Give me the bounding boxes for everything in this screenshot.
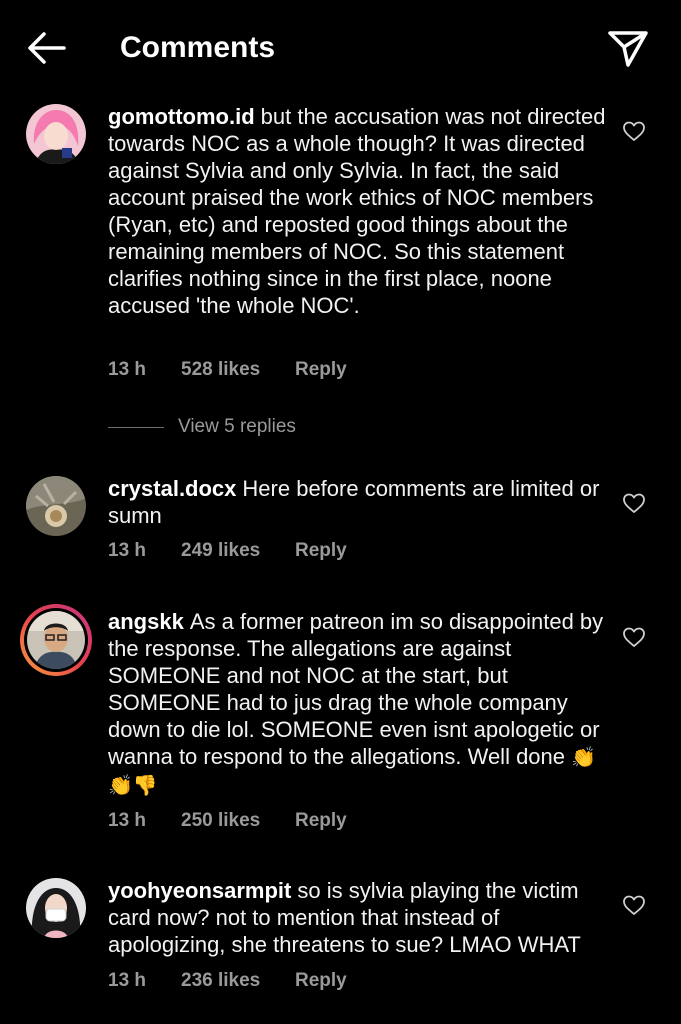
likes-count[interactable]: 249 likes — [181, 540, 295, 562]
replies-divider — [108, 426, 164, 428]
share-button[interactable] — [606, 26, 650, 70]
comment-text: angskk As a former patreon im so disappoi… — [108, 608, 608, 799]
avatar[interactable] — [26, 476, 86, 536]
heart-icon[interactable] — [622, 626, 646, 648]
comment-text: gomottomo.id but the accusation was not d… — [108, 103, 608, 319]
comment-time: 13 h — [108, 359, 147, 380]
paper-plane-icon — [608, 31, 648, 67]
reply-button[interactable]: Reply — [295, 810, 347, 832]
comment-text: yoohyeonsarmpit so is sylvia playing the … — [108, 877, 608, 958]
reply-button[interactable]: Reply — [295, 970, 347, 992]
story-ring-gap — [24, 608, 88, 672]
comment-time: 13 h — [108, 810, 147, 831]
story-ring[interactable] — [20, 604, 92, 676]
likes-count[interactable]: 250 likes — [181, 810, 295, 832]
comment-username[interactable]: yoohyeonsarmpit — [108, 878, 291, 903]
back-button[interactable] — [24, 28, 68, 68]
comment-time: 13 h — [108, 540, 147, 561]
likes-count[interactable]: 236 likes — [181, 970, 295, 992]
avatar — [27, 611, 85, 669]
arrow-left-icon — [28, 32, 66, 64]
heart-icon[interactable] — [622, 894, 646, 916]
comment-text: crystal.docx Here before comments are lim… — [108, 475, 608, 529]
heart-icon[interactable] — [622, 492, 646, 514]
comment-meta: 13 h 249 likes Reply — [108, 540, 347, 562]
view-replies-button[interactable]: View 5 replies — [108, 414, 296, 440]
header-bar: Comments — [0, 0, 681, 96]
likes-count[interactable]: 528 likes — [181, 359, 295, 381]
reply-button[interactable]: Reply — [295, 540, 347, 562]
reply-button[interactable]: Reply — [295, 359, 347, 381]
comment-meta: 13 h 236 likes Reply — [108, 970, 347, 992]
comment-body: but the accusation was not directed towa… — [108, 104, 606, 318]
comment-meta: 13 h 250 likes Reply — [108, 810, 347, 832]
page-title: Comments — [120, 31, 276, 64]
comment-meta: 13 h 528 likes Reply — [108, 359, 347, 381]
comment-time: 13 h — [108, 970, 147, 991]
comment-username[interactable]: gomottomo.id — [108, 104, 255, 129]
avatar[interactable] — [26, 104, 86, 164]
comment-username[interactable]: angskk — [108, 609, 184, 634]
heart-icon[interactable] — [622, 120, 646, 142]
avatar[interactable] — [26, 878, 86, 938]
view-replies-label: View 5 replies — [178, 416, 296, 437]
comment-username[interactable]: crystal.docx — [108, 476, 236, 501]
